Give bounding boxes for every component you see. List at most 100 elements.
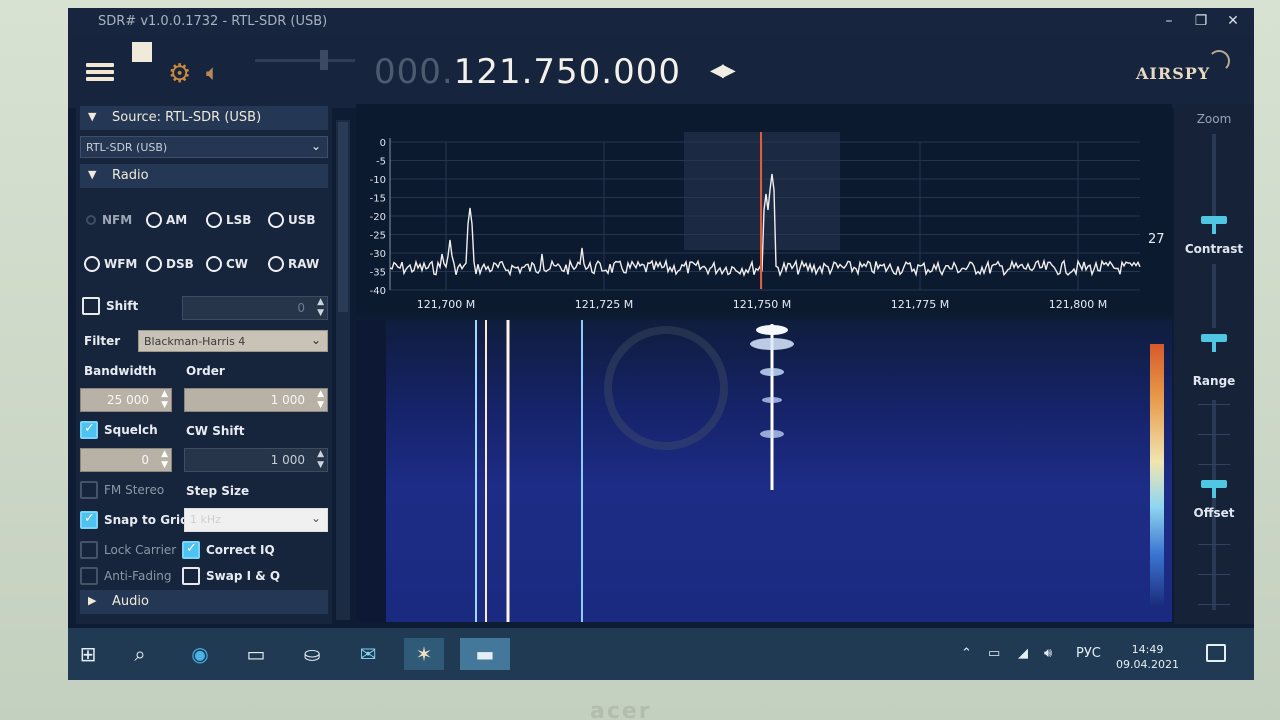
mode-lsb-radio[interactable]: LSB [206, 210, 262, 230]
mode-usb-radio[interactable]: USB [268, 210, 324, 230]
offset-label: Offset [1193, 506, 1235, 520]
swap-iq-checkbox[interactable]: Swap I & Q [182, 566, 282, 586]
slider-tick [1198, 464, 1230, 465]
window-preview-icon[interactable]: ▬ [460, 638, 510, 670]
snap-to-grid-checkbox[interactable]: Snap to Grid [80, 510, 189, 530]
filter-value: Blackman-Harris 4 [144, 335, 246, 348]
mode-wfm-radio[interactable]: WFM [84, 254, 140, 274]
fm-stereo-checkbox[interactable]: FM Stereo [80, 480, 170, 500]
offset-slider-knob[interactable] [1201, 480, 1227, 498]
checkbox-box [80, 567, 98, 585]
language-indicator[interactable]: РУС [1076, 646, 1101, 661]
squelch-label: Squelch [104, 423, 158, 437]
mode-am-radio[interactable]: AM [146, 210, 202, 230]
notifications-icon[interactable] [1206, 644, 1226, 662]
mail-icon[interactable]: ✉ [348, 638, 388, 670]
bandwidth-value: 25 000 [107, 393, 149, 407]
slider-tick [1198, 404, 1230, 405]
spectrum-plot[interactable]: 0 -5 -10 -15 -20 -25 -30 -35 -40 121,700 M 121,72… [356, 104, 1172, 314]
frequency-prefix: 000. [374, 52, 454, 92]
panel-scrollbar[interactable] [336, 120, 350, 620]
volume-slider-knob[interactable] [320, 50, 328, 70]
search-icon[interactable]: ⌕ [120, 638, 160, 670]
cw-shift-input[interactable]: 1 000 ▲ ▼ [184, 448, 328, 472]
network-icon[interactable]: ▭ [988, 646, 1000, 661]
gear-icon[interactable]: ⚙ [168, 60, 200, 88]
frequency-step-arrows-icon[interactable]: ◀▶ [710, 60, 736, 81]
db-tick-label: -30 [370, 249, 386, 260]
taskbar: ⊞ ⌕ ◉ ▭ ⛀ ✉ ✶ ▬ ⌃ ▭ ◢ 🔊︎ РУС 14:49 09.04… [68, 628, 1254, 680]
store-icon[interactable]: ⛀ [292, 638, 332, 670]
squelch-checkbox[interactable]: Squelch [80, 420, 160, 440]
source-section-header[interactable]: ▼ Source: RTL-SDR (USB) [80, 106, 328, 130]
bandwidth-label: Bandwidth [84, 364, 157, 378]
stop-icon[interactable] [132, 42, 152, 62]
offset-slider[interactable] [1212, 400, 1216, 610]
lock-carrier-label: Lock Carrier [104, 543, 177, 557]
frequency-display[interactable]: 000.121.750.000 [374, 52, 681, 92]
shift-input[interactable]: 0 ▲ ▼ [182, 296, 328, 320]
bandwidth-input[interactable]: 25 000 ▲ ▼ [80, 388, 172, 412]
filter-select[interactable]: Blackman-Harris 4 ⌄ [138, 330, 328, 352]
slider-tick [1198, 434, 1230, 435]
audio-section-header[interactable]: ▶ Audio [80, 590, 328, 614]
right-controls: Zoom Contrast Range Offset [1174, 104, 1254, 624]
signal-burst [762, 397, 782, 403]
step-size-select[interactable]: 1 kHz ⌄ [184, 508, 328, 532]
mode-nfm-radio[interactable]: NFM [82, 210, 138, 230]
minimize-button[interactable]: – [1158, 11, 1180, 31]
clock[interactable]: 14:49 09.04.2021 [1116, 642, 1179, 672]
radio-section-header[interactable]: ▼ Radio [80, 164, 328, 188]
zoom-label: Zoom [1196, 112, 1232, 126]
freq-tick-label: 121,800 M [1049, 298, 1107, 311]
volume-slider[interactable] [255, 59, 355, 62]
start-icon[interactable]: ⊞ [68, 638, 108, 670]
range-slider-knob[interactable] [1201, 334, 1227, 352]
mode-raw-radio[interactable]: RAW [268, 254, 328, 274]
zoom-slider[interactable] [1212, 134, 1216, 224]
mode-label: DSB [166, 257, 194, 271]
order-label: Order [186, 364, 225, 378]
mode-cw-radio[interactable]: CW [206, 254, 262, 274]
source-device-select[interactable]: RTL-SDR (USB) ⌄ [80, 136, 328, 158]
chevron-up-icon[interactable]: ⌃ [961, 646, 972, 661]
squelch-input[interactable]: 0 ▲ ▼ [80, 448, 172, 472]
db-tick-label: 0 [380, 138, 386, 149]
volume-icon[interactable]: 🔊︎ [1044, 646, 1052, 661]
correct-iq-checkbox[interactable]: Correct IQ [182, 540, 282, 560]
screen: SDR# v1.0.0.1732 - RTL-SDR (USB) – ❐ ✕ ⚙… [68, 8, 1254, 680]
step-size-label: Step Size [186, 484, 250, 498]
shift-checkbox[interactable]: Shift [82, 296, 142, 316]
lock-carrier-checkbox[interactable]: Lock Carrier [80, 540, 180, 560]
window-title: SDR# v1.0.0.1732 - RTL-SDR (USB) [98, 14, 328, 29]
slider-tick [1198, 604, 1230, 605]
fm-stereo-label: FM Stereo [104, 483, 165, 497]
checkbox-box [80, 511, 98, 529]
contrast-slider[interactable] [1212, 264, 1216, 328]
checkbox-box [80, 481, 98, 499]
menu-icon[interactable] [86, 60, 118, 88]
clock-time: 14:49 [1131, 643, 1164, 656]
sdr-app-icon[interactable]: ✶ [404, 638, 444, 670]
anti-fading-label: Anti-Fading [104, 569, 172, 583]
spectrum-view[interactable]: 0 -5 -10 -15 -20 -25 -30 -35 -40 121,700 M 121,72… [356, 104, 1172, 314]
radio-dot [146, 212, 162, 228]
waterfall-plot [356, 320, 794, 622]
wifi-icon[interactable]: ◢ [1018, 646, 1028, 661]
chevron-down-icon: ⌄ [310, 511, 321, 525]
speaker-icon[interactable]: 🔈︎ [206, 60, 238, 88]
mode-dsb-radio[interactable]: DSB [146, 254, 202, 274]
folder-icon[interactable]: ▭ [236, 638, 276, 670]
spinner-icon: ▲ ▼ [317, 297, 324, 318]
waterfall-view[interactable] [356, 320, 1172, 622]
order-input[interactable]: 1 000 ▲ ▼ [184, 388, 328, 412]
anti-fading-checkbox[interactable]: Anti-Fading [80, 566, 180, 586]
zoom-slider-knob[interactable] [1201, 216, 1227, 234]
close-button[interactable]: ✕ [1222, 11, 1244, 31]
expand-icon: ▶ [88, 594, 97, 607]
radio-dot [268, 256, 284, 272]
edge-icon[interactable]: ◉ [180, 638, 220, 670]
scrollbar-thumb[interactable] [338, 122, 348, 312]
collapse-icon: ▼ [88, 168, 97, 181]
maximize-button[interactable]: ❐ [1190, 11, 1212, 31]
